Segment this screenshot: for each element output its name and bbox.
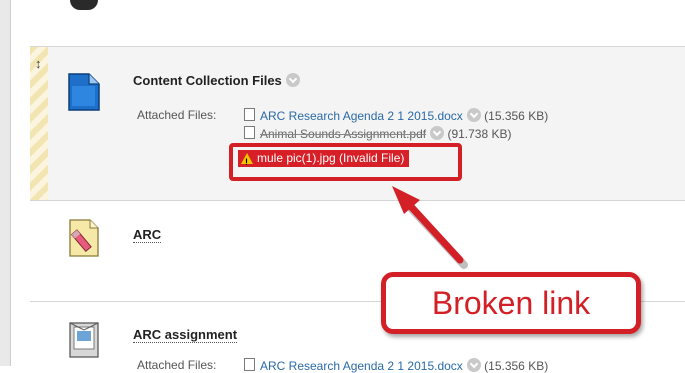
annotation-callout: Broken link [381,272,641,334]
annotation-label: Broken link [431,285,591,321]
